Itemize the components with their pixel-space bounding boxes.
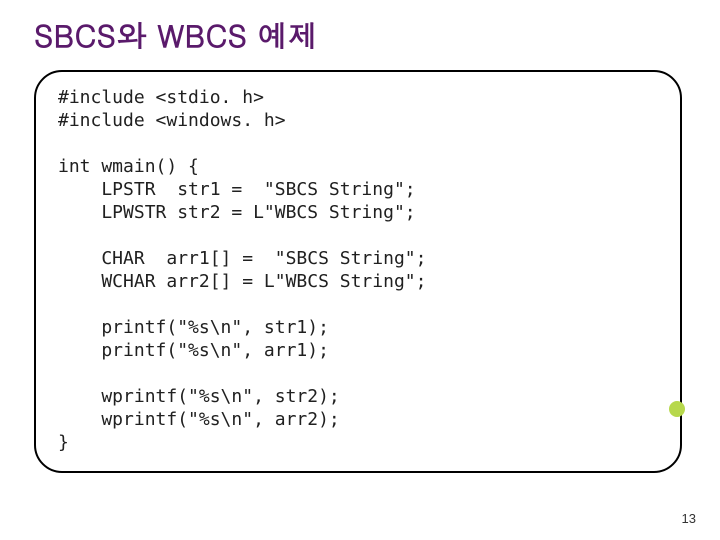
slide: SBCS와 WBCS 예제 #include <stdio. h> #inclu… <box>0 0 720 540</box>
code-box: #include <stdio. h> #include <windows. h… <box>34 70 682 473</box>
slide-title: SBCS와 WBCS 예제 <box>34 14 686 56</box>
accent-dot-icon <box>669 401 685 417</box>
page-number: 13 <box>682 511 696 526</box>
code-listing: #include <stdio. h> #include <windows. h… <box>58 86 658 455</box>
